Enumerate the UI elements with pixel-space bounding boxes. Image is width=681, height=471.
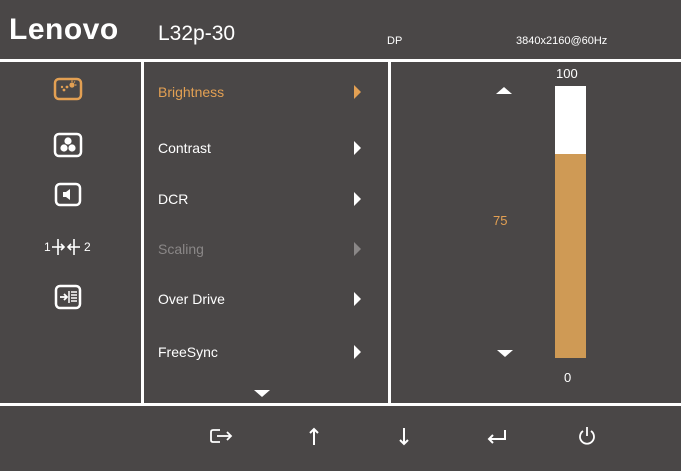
up-button[interactable] — [300, 425, 328, 447]
up-arrow-icon — [309, 427, 319, 445]
brightness-icon — [53, 77, 83, 101]
slider-max-label: 100 — [556, 66, 578, 81]
color-icon — [53, 132, 83, 158]
color-category[interactable] — [50, 132, 86, 158]
menu-item-label: DCR — [158, 191, 189, 207]
monitor-osd: Lenovo L32p-30 DP 3840x2160@60Hz 1 2 Bri… — [0, 0, 681, 471]
exit-icon — [210, 429, 233, 443]
decrease-arrow-icon[interactable] — [497, 350, 513, 357]
input-category[interactable]: 1 2 — [44, 233, 96, 259]
resolution-info: 3840x2160@60Hz — [516, 35, 608, 47]
menu-item-freesync[interactable]: FreeSync — [158, 340, 368, 364]
enter-button[interactable] — [483, 425, 511, 447]
menu-item-over-drive[interactable]: Over Drive — [158, 287, 368, 311]
chevron-right-icon — [354, 141, 361, 155]
power-button[interactable] — [573, 425, 601, 447]
menu-item-label: Over Drive — [158, 291, 225, 307]
slider-level-fill — [555, 154, 586, 358]
menu-item-label: FreeSync — [158, 344, 218, 360]
slider-current-value: 75 — [493, 213, 508, 228]
value-panel — [391, 62, 681, 403]
menu-settings-icon — [54, 284, 82, 310]
menu-settings-category[interactable] — [50, 284, 86, 310]
chevron-right-icon — [354, 192, 361, 206]
svg-text:1: 1 — [44, 240, 51, 254]
input-select-icon: 1 2 — [44, 239, 91, 255]
brightness-slider[interactable] — [555, 86, 586, 358]
menu-item-dcr[interactable]: DCR — [158, 187, 368, 211]
exit-button[interactable] — [208, 425, 236, 447]
brightness-category[interactable] — [50, 76, 86, 102]
chevron-right-icon — [354, 85, 361, 99]
enter-icon — [487, 430, 506, 444]
menu-item-contrast[interactable]: Contrast — [158, 136, 368, 160]
input-source: DP — [387, 35, 403, 47]
model-name: L32p-30 — [158, 22, 236, 45]
menu-item-brightness[interactable]: Brightness — [158, 80, 368, 104]
chevron-right-icon — [354, 345, 361, 359]
osd-header: Lenovo L32p-30 DP 3840x2160@60Hz — [0, 0, 681, 59]
menu-item-label: Contrast — [158, 140, 211, 156]
menu-item-label: Brightness — [158, 84, 225, 100]
increase-arrow-icon[interactable] — [496, 87, 512, 94]
chevron-right-icon — [354, 292, 361, 306]
brand-logo: Lenovo — [9, 13, 119, 46]
scroll-down-icon[interactable] — [254, 390, 270, 397]
menu-item-scaling: Scaling — [158, 237, 368, 261]
slider-min-label: 0 — [564, 370, 572, 385]
svg-text:2: 2 — [84, 240, 91, 254]
menu-item-label: Scaling — [158, 241, 204, 257]
audio-category[interactable] — [50, 182, 86, 208]
down-arrow-icon — [399, 428, 409, 446]
power-icon — [579, 427, 595, 445]
audio-icon — [54, 182, 82, 207]
down-button[interactable] — [390, 425, 418, 447]
chevron-right-icon — [354, 242, 361, 256]
